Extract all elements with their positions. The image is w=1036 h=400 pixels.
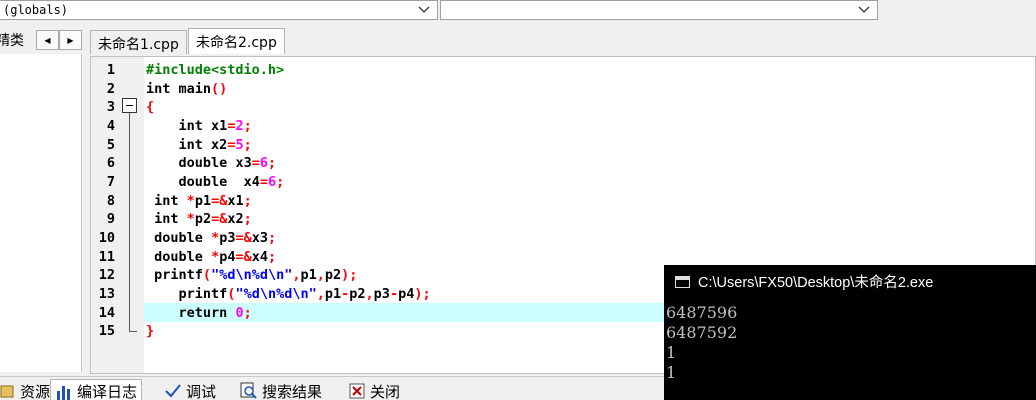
line-number: 2 — [106, 81, 115, 97]
code-line-12: printf("%d\n%d\n",p1,p2); — [154, 267, 358, 283]
code-line-6: double x3=6; — [178, 155, 277, 171]
console-window[interactable]: C:\Users\FX50\Desktop\未命名2.exe 6487596 6… — [664, 265, 1036, 400]
tab-next-button[interactable]: ▶ — [59, 30, 82, 50]
console-title-bar[interactable]: C:\Users\FX50\Desktop\未命名2.exe — [664, 265, 1036, 299]
line-number-gutter: 1 2 3 4 5 6 7 8 9 10 11 12 13 14 15 — [91, 57, 144, 373]
scope-dropdown[interactable]: (globals) — [0, 0, 438, 20]
code-line-7: double x4=6; — [178, 174, 285, 190]
member-dropdown[interactable] — [440, 0, 878, 20]
close-panel-icon — [349, 383, 365, 399]
line-number: 5 — [106, 137, 115, 153]
code-line-8: int *p1=&x1; — [154, 193, 252, 209]
scope-dropdown-value: (globals) — [3, 3, 69, 17]
line-number: 8 — [106, 193, 115, 209]
tab-compile-log-label: 编译日志 — [77, 383, 138, 400]
tab-classes[interactable]: 精类 — [0, 30, 24, 50]
line-number: 9 — [106, 211, 115, 227]
line-number: 12 — [98, 267, 115, 283]
code-line-1: #include<stdio.h> — [146, 62, 285, 78]
checkmark-icon — [165, 384, 181, 398]
code-line-15: } — [146, 323, 155, 339]
tab-resources[interactable]: 资源 — [0, 379, 54, 400]
tab-debug[interactable]: 调试 — [160, 379, 220, 400]
tab-prev-button[interactable]: ◀ — [36, 30, 59, 50]
console-output-line: 1 — [666, 363, 677, 382]
fold-guide-line — [129, 113, 130, 331]
line-number: 13 — [98, 286, 115, 302]
toolbar: (globals) — [0, 0, 1036, 22]
chevron-down-icon — [858, 6, 870, 13]
class-browser-panel — [0, 54, 82, 372]
code-line-9: int *p2=&x2; — [154, 211, 252, 227]
tab-search-results-label: 搜索结果 — [262, 382, 323, 400]
console-app-icon — [675, 276, 690, 288]
line-number: 1 — [106, 62, 115, 78]
triangle-right-icon: ▶ — [67, 35, 74, 45]
bar-chart-icon — [57, 385, 70, 400]
bottom-panel-tabs: 资源 编译日志 调试 搜索结果 关闭 — [0, 376, 664, 400]
tab-search-results[interactable]: 搜索结果 — [236, 379, 326, 400]
code-line-13: printf("%d\n%d\n",p1-p2,p3-p4); — [178, 286, 431, 302]
console-output-line: 6487592 — [666, 323, 738, 342]
console-output-line: 1 — [666, 343, 677, 362]
tab-compile-log[interactable]: 编译日志 — [50, 379, 143, 400]
tab-close-label: 关闭 — [370, 382, 401, 400]
file-tab-2[interactable]: 未命名2.cpp — [188, 28, 285, 54]
tab-debug-label: 调试 — [186, 382, 217, 400]
fold-collapse-icon[interactable] — [122, 98, 137, 113]
chevron-down-icon — [418, 6, 430, 13]
tab-close[interactable]: 关闭 — [344, 379, 404, 400]
magnifier-icon — [240, 382, 257, 399]
line-number: 10 — [98, 230, 115, 246]
code-line-3: { — [146, 99, 155, 115]
file-tab-1[interactable]: 未命名1.cpp — [90, 30, 187, 54]
line-number: 15 — [98, 323, 115, 339]
code-line-2: int main() — [146, 81, 228, 97]
triangle-left-icon: ◀ — [44, 35, 51, 45]
code-line-14: return 0; — [178, 305, 252, 321]
tab-nav-buttons: ◀ ▶ — [36, 30, 82, 50]
line-number: 14 — [98, 305, 115, 321]
resources-icon — [0, 385, 14, 398]
line-number: 4 — [106, 118, 115, 134]
line-number: 6 — [106, 155, 115, 171]
code-line-4: int x1=2; — [178, 118, 252, 134]
fold-end-marker — [129, 331, 137, 332]
line-number: 11 — [98, 249, 115, 265]
code-line-5: int x2=5; — [178, 137, 252, 153]
ide-window: { "toolbar": { "scope_combo": "(globals)… — [0, 0, 1036, 400]
code-line-10: double *p3=&x3; — [154, 230, 277, 246]
tab-resources-label: 资源 — [20, 382, 51, 400]
console-title: C:\Users\FX50\Desktop\未命名2.exe — [698, 275, 934, 291]
console-output: 6487596 6487592 1 1 — [664, 303, 1036, 383]
line-number: 7 — [106, 174, 115, 190]
tab-row: 精类 ◀ ▶ 未命名1.cpp 未命名2.cpp — [0, 26, 1036, 54]
console-output-line: 6487596 — [666, 303, 738, 322]
code-line-11: double *p4=&x4; — [154, 249, 277, 265]
line-number: 3 — [106, 99, 115, 115]
